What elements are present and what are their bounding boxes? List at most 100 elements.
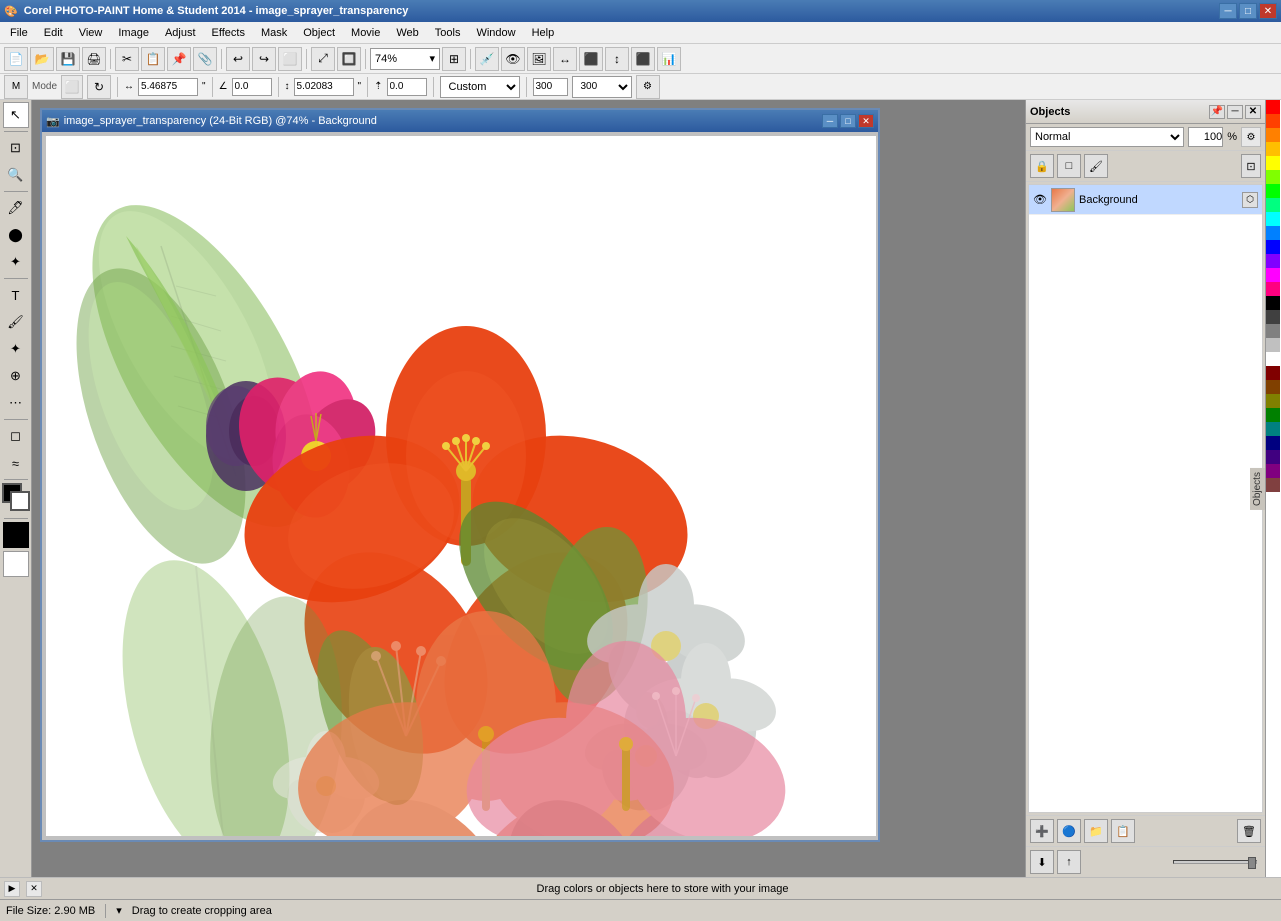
opacity-slider[interactable] [1173,860,1257,864]
color-swatch[interactable] [1266,366,1280,380]
status-dropdown[interactable]: ▾ [116,904,122,917]
tool-smart[interactable]: ⋯ [3,390,29,416]
panel-vertical-tab[interactable]: Objects [1250,468,1266,510]
panel-close-btn[interactable]: ✕ [1245,105,1261,119]
tool-adjust[interactable]: 🔲 [337,47,361,71]
tool-clone[interactable]: ⊕ [3,363,29,389]
tool-mode-normal[interactable]: M [4,75,28,99]
tool-view2[interactable]: 👁 [501,47,525,71]
color-swatch[interactable] [1266,184,1280,198]
tool-lasso[interactable]: ⬤ [3,222,29,248]
menu-image[interactable]: Image [110,22,157,43]
layer-options-btn[interactable]: ⊡ [1241,154,1261,178]
opacity-options-btn[interactable]: ⚙ [1241,127,1261,147]
color-swatch[interactable] [1266,128,1280,142]
layer-up-btn[interactable]: ↑ [1057,850,1081,874]
menu-mask[interactable]: Mask [253,22,295,43]
minimize-button[interactable]: ─ [1219,3,1237,19]
menu-help[interactable]: Help [524,22,563,43]
color-swatch[interactable] [1266,226,1280,240]
color-swatch[interactable] [1266,394,1280,408]
tool-view7[interactable]: ⬛ [631,47,655,71]
tool-zoom-fit[interactable]: ⊞ [442,47,466,71]
tool-magic-wand[interactable]: ✦ [3,249,29,275]
menu-file[interactable]: File [2,22,36,43]
x-field[interactable] [138,78,198,96]
spray-options-btn[interactable]: ⚙ [636,75,660,99]
color-swatch[interactable] [1266,422,1280,436]
tool-fx[interactable]: ✦ [3,336,29,362]
tool-eyedropper[interactable]: 💉 [475,47,499,71]
lock-brush-btn[interactable]: 🖌 [1084,154,1108,178]
color-swatch[interactable] [1266,324,1280,338]
tool-open[interactable]: 📂 [30,47,54,71]
group-btn[interactable]: 📁 [1084,819,1108,843]
merge-down-btn[interactable]: ⬇ [1030,850,1054,874]
color-swatch[interactable] [1266,156,1280,170]
tilt-field[interactable] [387,78,427,96]
color-swatch[interactable] [1266,464,1280,478]
opacity-field[interactable]: 100 [1188,127,1223,147]
menu-window[interactable]: Window [468,22,523,43]
color-swatch[interactable] [1266,310,1280,324]
menu-movie[interactable]: Movie [343,22,388,43]
tool-redo[interactable]: ↪ [252,47,276,71]
tool-brush-mask[interactable]: 🖊 [3,195,29,221]
tool-paste[interactable]: 📌 [167,47,191,71]
tool-paste2[interactable]: 📎 [193,47,217,71]
menu-adjust[interactable]: Adjust [157,22,204,43]
tool-view5[interactable]: ⬛ [579,47,603,71]
preset-dropdown[interactable]: Custom [440,76,520,98]
color-swatch[interactable] [1266,100,1280,114]
color-swatch[interactable] [1266,450,1280,464]
tool-dockers[interactable]: 📊 [657,47,681,71]
maximize-button[interactable]: □ [1239,3,1257,19]
tool-view6[interactable]: ↕ [605,47,629,71]
nav-stop-btn[interactable]: ✕ [26,881,42,897]
menu-web[interactable]: Web [388,22,426,43]
color-swatch[interactable] [1266,380,1280,394]
y-field[interactable] [294,78,354,96]
panel-pin-btn[interactable]: 📌 [1209,105,1225,119]
layer-background[interactable]: 👁 Background ⬡ [1029,185,1262,215]
menu-effects[interactable]: Effects [204,22,253,43]
tool-text[interactable]: T [3,282,29,308]
tool-view3[interactable]: 🖼 [527,47,551,71]
panel-minimize-btn[interactable]: ─ [1227,105,1243,119]
nav-play-btn[interactable]: ▶ [4,881,20,897]
background-swatch[interactable] [3,551,29,577]
lock-all-btn[interactable]: 🔒 [1030,154,1054,178]
color-selector[interactable] [2,483,30,515]
color-swatch[interactable] [1266,212,1280,226]
doc-minimize-btn[interactable]: ─ [822,114,838,128]
menu-view[interactable]: View [71,22,111,43]
mode-select[interactable]: ⬜ [61,75,83,99]
spray-value-field[interactable] [533,78,568,96]
tool-smear[interactable]: ≈ [3,450,29,476]
tool-new[interactable]: 📄 [4,47,28,71]
tool-zoom-tool[interactable]: 🔍 [3,162,29,188]
color-swatch[interactable] [1266,142,1280,156]
zoom-dropdown[interactable]: 74% ▾ [370,48,440,70]
tool-cut[interactable]: ✂ [115,47,139,71]
layer-visibility-icon[interactable]: 👁 [1033,193,1047,207]
color-swatch[interactable] [1266,254,1280,268]
color-swatch[interactable] [1266,114,1280,128]
delete-layer-btn[interactable]: 🗑 [1237,819,1261,843]
color-swatch[interactable] [1266,408,1280,422]
color-swatch[interactable] [1266,352,1280,366]
blend-mode-dropdown[interactable]: Normal [1030,127,1184,147]
copy-layer-btn[interactable]: 📋 [1111,819,1135,843]
menu-tools[interactable]: Tools [427,22,469,43]
color-swatch[interactable] [1266,296,1280,310]
tool-crop[interactable]: ⊡ [3,135,29,161]
color-swatch[interactable] [1266,170,1280,184]
tool-transform[interactable]: ⤢ [311,47,335,71]
color-swatch[interactable] [1266,282,1280,296]
menu-object[interactable]: Object [295,22,343,43]
angle-field[interactable] [232,78,272,96]
spray-dropdown[interactable]: 300 [572,76,632,98]
add-layer-btn[interactable]: ➕ [1030,819,1054,843]
color-swatch[interactable] [1266,338,1280,352]
tool-selection[interactable]: ↖ [3,102,29,128]
